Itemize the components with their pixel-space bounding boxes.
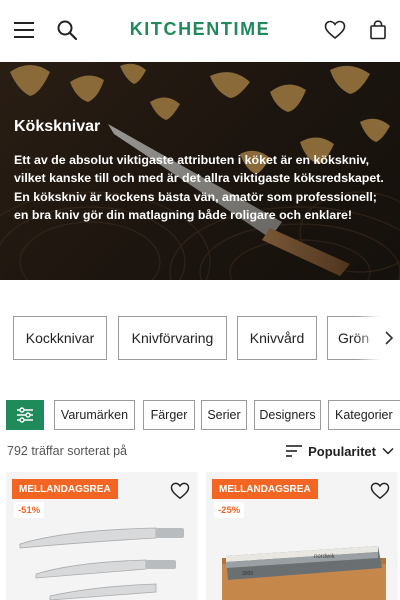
category-description: Ett av de absolut viktigaste attributen … [14,153,384,223]
sale-badge: MELLANDAGSREA [212,479,318,499]
wishlist-button[interactable] [322,17,348,43]
discount-badge: -51% [14,502,45,518]
sale-badge: MELLANDAGSREA [12,479,118,499]
menu-button[interactable] [11,17,37,43]
cart-button[interactable] [365,17,391,43]
chevron-down-icon [382,447,394,455]
filter-chip[interactable]: Kategorier [328,400,400,430]
product-card[interactable]: MELLANDAGSREA -51% [6,472,198,600]
heart-icon [370,482,390,500]
category-title: Köksknivar [14,118,101,135]
grit-mark: 3000 [242,571,253,577]
filter-chip[interactable]: Färger [143,400,195,430]
add-to-wishlist-button[interactable] [368,480,392,502]
category-hero-banner: Köksknivar Ett av de absolut viktigaste … [0,62,400,280]
subcategory-pill[interactable]: Knivförvaring [118,316,227,360]
sliders-icon [17,407,33,423]
product-card[interactable]: nordwik 3000 MELLANDAGSREA -25% [206,472,398,600]
hamburger-menu-icon [14,22,34,38]
filter-chip[interactable]: Serier [201,400,247,430]
site-logo[interactable]: KITCHENTIME [130,19,271,39]
sort-dropdown[interactable]: Popularitet [286,442,394,460]
chevron-right-icon [385,331,394,345]
sort-label: Popularitet [308,443,376,459]
scroll-next-button[interactable] [356,316,400,360]
heart-icon [324,20,346,40]
filter-chip[interactable]: Varumärken [54,400,135,430]
heart-icon [170,482,190,500]
discount-badge: -25% [214,502,245,518]
search-button[interactable] [54,17,80,43]
add-to-wishlist-button[interactable] [168,480,192,502]
subcategory-pill[interactable]: Knivvård [237,316,317,360]
filter-toggle-button[interactable] [6,400,44,430]
search-icon [57,20,78,41]
site-header: KITCHENTIME [0,0,400,62]
stone-mark: nordwik [314,554,336,560]
shopping-bag-icon [370,20,386,40]
result-count: 792 träffar sorterat på [7,444,127,458]
subcategory-scroller: Kockknivar Knivförvaring Knivvård Grön [0,316,400,360]
subcategory-pill[interactable]: Kockknivar [13,316,107,360]
sort-lines-icon [286,445,303,457]
filter-bar: Varumärken Färger Serier Designers Kateg… [0,400,400,430]
filter-chip[interactable]: Designers [254,400,321,430]
